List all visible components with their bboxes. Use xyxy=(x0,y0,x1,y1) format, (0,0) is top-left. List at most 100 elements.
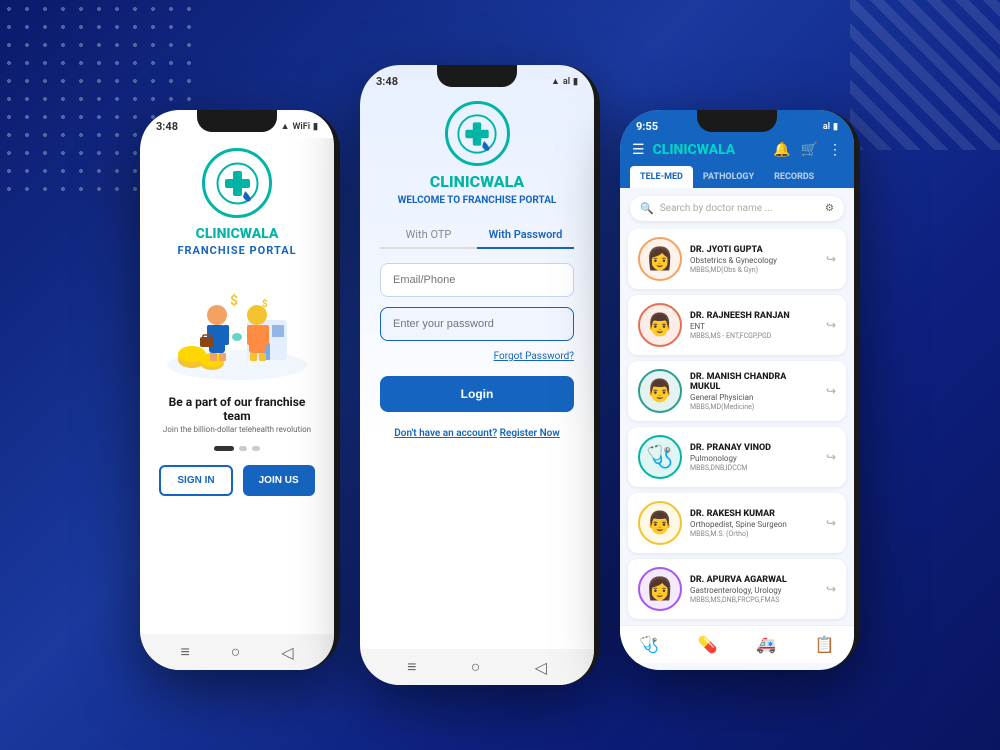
doctor-name: DR. JYOTI GUPTA xyxy=(690,245,818,255)
login-content: CLINICWALA WELCOME TO FRANCHISE PORTAL W… xyxy=(360,93,594,649)
status-icons-2: ▲ al ▮ xyxy=(551,76,578,87)
tab-otp[interactable]: With OTP xyxy=(380,222,477,247)
home-icon-2[interactable]: ○ xyxy=(471,657,481,677)
password-input[interactable] xyxy=(380,307,574,341)
doctor-qualification: MBBS,MS,DNB,FRCPG,FMAS xyxy=(690,596,818,604)
doctor-specialty: Orthopedist, Spine Surgeon xyxy=(690,520,818,529)
status-icons-3: al ▮ xyxy=(823,122,838,132)
search-bar[interactable]: 🔍 Search by doctor name ... ⚙ xyxy=(630,196,844,221)
doctor-qualification: MBBS,MD(Medicine) xyxy=(690,403,818,411)
doctor-info: DR. MANISH CHANDRA MUKUL General Physici… xyxy=(690,372,818,411)
tab-pathology[interactable]: PATHOLOGY xyxy=(693,166,764,188)
doctor-info: DR. PRANAY VINOD Pulmonology MBBS,DNB,ID… xyxy=(690,443,818,472)
doctor-card[interactable]: 👩 DR. JYOTI GUPTA Obstetrics & Gynecolog… xyxy=(628,229,846,289)
doctor-qualification: MBBS,M.S. (Ortho) xyxy=(690,530,818,538)
doctor-card[interactable]: 👩 DR. APURVA AGARWAL Gastroenterology, U… xyxy=(628,559,846,619)
phones-container: 3:48 ▲ WiFi ▮ CLINICWALA xyxy=(140,65,860,685)
doctor-qualification: MBBS,DNB,IDCCM xyxy=(690,464,818,472)
phone-splash: 3:48 ▲ WiFi ▮ CLINICWALA xyxy=(140,110,340,670)
notch-3 xyxy=(697,110,777,132)
phone-doctors: 9:55 al ▮ ☰ CLINICWALA 🔔 🛒 ⋮ xyxy=(620,110,860,670)
doctor-arrow-icon[interactable]: ↪ xyxy=(826,582,836,596)
document-icon[interactable]: 📋 xyxy=(815,635,835,654)
tagline-splash: Be a part of our franchise team xyxy=(156,395,318,423)
tab-telemed[interactable]: TELE-MED xyxy=(630,166,693,188)
doctor-specialty: Gastroenterology, Urology xyxy=(690,586,818,595)
bottom-nav-3: 🩺 💊 🚑 📋 xyxy=(620,625,854,663)
svg-text:$: $ xyxy=(230,292,238,309)
franchise-label-splash: FRANCHISE PORTAL xyxy=(177,244,296,257)
doctor-name: DR. RAKESH KUMAR xyxy=(690,509,818,519)
bottom-nav-1: ≡ ○ ◁ xyxy=(140,634,334,670)
register-text: Don't have an account? Register Now xyxy=(394,428,559,439)
doctor-arrow-icon[interactable]: ↪ xyxy=(826,384,836,398)
menu-icon-1[interactable]: ≡ xyxy=(180,642,189,662)
bell-icon[interactable]: 🔔 xyxy=(773,142,790,158)
doctor-avatar: 👩 xyxy=(638,237,682,281)
doctors-list: 👩 DR. JYOTI GUPTA Obstetrics & Gynecolog… xyxy=(620,229,854,625)
ambulance-icon[interactable]: 🚑 xyxy=(756,635,776,654)
cart-icon[interactable]: 🛒 xyxy=(801,142,818,158)
filter-icon[interactable]: ⚙ xyxy=(825,203,834,214)
header-left: ☰ CLINICWALA xyxy=(632,142,735,158)
join-button[interactable]: JOIN US xyxy=(243,465,315,496)
splash-buttons: SIGN IN JOIN US xyxy=(159,465,314,496)
email-phone-input[interactable] xyxy=(380,263,574,297)
pills-icon[interactable]: 💊 xyxy=(698,635,718,654)
doctor-arrow-icon[interactable]: ↪ xyxy=(826,318,836,332)
doctor-card[interactable]: 👨 DR. RAKESH KUMAR Orthopedist, Spine Su… xyxy=(628,493,846,553)
back-icon-1[interactable]: ◁ xyxy=(281,643,293,662)
doctor-avatar: 👩 xyxy=(638,567,682,611)
doctor-card[interactable]: 👨 DR. RAJNEESH RANJAN ENT MBBS,MS - ENT,… xyxy=(628,295,846,355)
hamburger-icon[interactable]: ☰ xyxy=(632,142,645,158)
stethoscope-icon[interactable]: 🩺 xyxy=(639,635,659,654)
notch-1 xyxy=(197,110,277,132)
logo-svg-2 xyxy=(456,113,498,155)
franchise-illustration: $ $ xyxy=(162,265,312,385)
phone-login: 3:48 ▲ al ▮ CLINICWALA xyxy=(360,65,600,685)
dots-indicator xyxy=(214,446,260,451)
doctor-info: DR. JYOTI GUPTA Obstetrics & Gynecology … xyxy=(690,245,818,274)
tab-password[interactable]: With Password xyxy=(477,222,574,249)
notch-2 xyxy=(437,65,517,87)
splash-content: CLINICWALA FRANCHISE PORTAL xyxy=(140,138,334,634)
doctor-card[interactable]: 👨 DR. MANISH CHANDRA MUKUL General Physi… xyxy=(628,361,846,421)
search-icon: 🔍 xyxy=(640,202,654,215)
doctor-card[interactable]: 🩺 DR. PRANAY VINOD Pulmonology MBBS,DNB,… xyxy=(628,427,846,487)
doctor-avatar: 🩺 xyxy=(638,435,682,479)
login-tab-bar: With OTP With Password xyxy=(380,222,574,249)
more-icon[interactable]: ⋮ xyxy=(828,142,842,158)
tab-records[interactable]: RECORDS xyxy=(764,166,824,188)
doctor-name: DR. MANISH CHANDRA MUKUL xyxy=(690,372,818,392)
clinic-name-login: CLINICWALA xyxy=(430,172,525,191)
doctor-arrow-icon[interactable]: ↪ xyxy=(826,252,836,266)
login-button[interactable]: Login xyxy=(380,376,574,412)
app-header: ☰ CLINICWALA 🔔 🛒 ⋮ xyxy=(620,138,854,166)
bottom-nav-2: ≡ ○ ◁ xyxy=(360,649,594,685)
forgot-password-link[interactable]: Forgot Password? xyxy=(494,351,574,362)
doctor-info: DR. RAJNEESH RANJAN ENT MBBS,MS - ENT,FC… xyxy=(690,311,818,340)
signin-button[interactable]: SIGN IN xyxy=(159,465,232,496)
doctor-arrow-icon[interactable]: ↪ xyxy=(826,450,836,464)
dot-active xyxy=(214,446,234,451)
welcome-text: WELCOME TO FRANCHISE PORTAL xyxy=(398,195,557,206)
doctor-arrow-icon[interactable]: ↪ xyxy=(826,516,836,530)
doctor-avatar: 👨 xyxy=(638,501,682,545)
search-placeholder-text: Search by doctor name ... xyxy=(660,203,819,214)
back-icon-2[interactable]: ◁ xyxy=(535,658,547,677)
doctor-name: DR. PRANAY VINOD xyxy=(690,443,818,453)
doctor-info: DR. RAKESH KUMAR Orthopedist, Spine Surg… xyxy=(690,509,818,538)
app-tabs-row: TELE-MED PATHOLOGY RECORDS xyxy=(620,166,854,188)
doctor-specialty: Pulmonology xyxy=(690,454,818,463)
menu-icon-2[interactable]: ≡ xyxy=(407,657,416,677)
doctor-info: DR. APURVA AGARWAL Gastroenterology, Uro… xyxy=(690,575,818,604)
doctor-avatar: 👨 xyxy=(638,303,682,347)
doctor-name: DR. APURVA AGARWAL xyxy=(690,575,818,585)
status-icons-1: ▲ WiFi ▮ xyxy=(281,121,318,132)
time-1: 3:48 xyxy=(156,120,178,133)
sub-tagline-splash: Join the billion-dollar telehealth revol… xyxy=(163,425,311,434)
time-3: 9:55 xyxy=(636,120,658,133)
doctor-specialty: Obstetrics & Gynecology xyxy=(690,256,818,265)
home-icon-1[interactable]: ○ xyxy=(231,642,241,662)
clinic-name-splash: CLINICWALA xyxy=(196,226,279,242)
